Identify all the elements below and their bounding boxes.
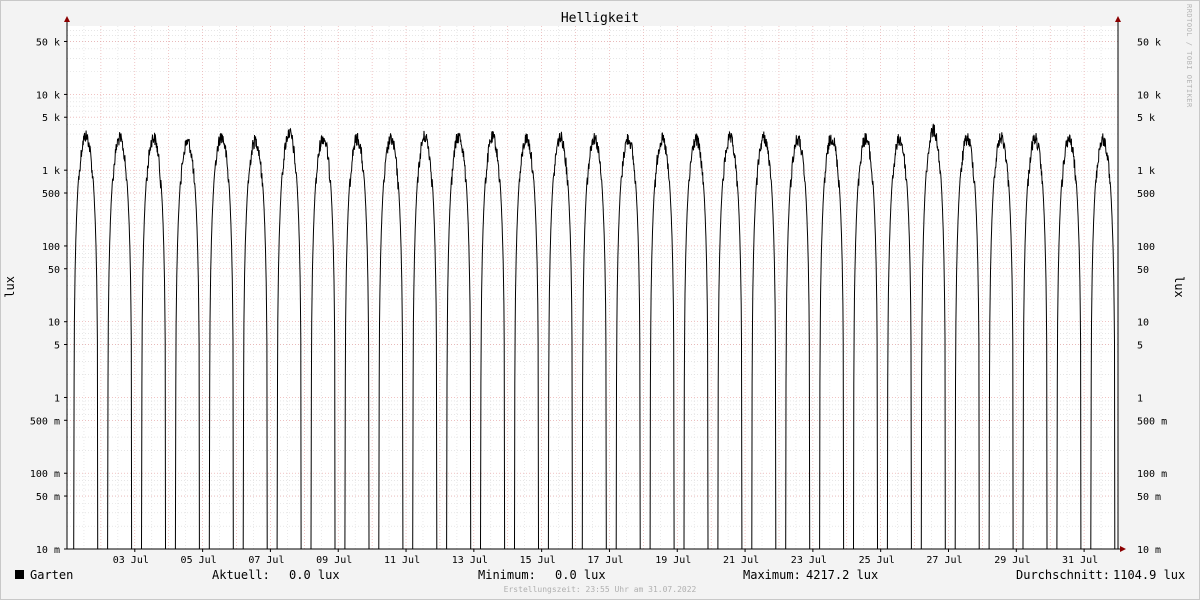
y-tick-label-left: 1 (54, 393, 60, 404)
y-tick-label-left: 10 k (36, 90, 60, 101)
y-tick-label-left: 100 (42, 242, 60, 253)
x-axis-arrow (1120, 546, 1126, 552)
x-tick-label: 27 Jul (926, 555, 962, 566)
x-tick-label: 21 Jul (723, 555, 759, 566)
y-axis-arrow-right (1115, 16, 1121, 22)
y-tick-label-right: 5 (1137, 341, 1143, 352)
y-tick-label-left: 50 m (36, 492, 60, 503)
y-tick-label-left: 500 (42, 189, 60, 200)
footer-timestamp: Erstellungszeit: 23:55 Uhr am 31.07.2022 (503, 585, 697, 594)
y-tick-label-left: 50 k (36, 37, 60, 48)
y-tick-label-left: 5 (54, 341, 60, 352)
y-tick-label-left: 500 m (30, 416, 60, 427)
x-tick-label: 03 Jul (113, 555, 149, 566)
y-tick-label-right: 10 k (1137, 90, 1161, 101)
y-tick-label-right: 500 (1137, 189, 1155, 200)
y-tick-label-right: 10 m (1137, 545, 1161, 556)
y-tick-label-right: 50 k (1137, 37, 1161, 48)
y-tick-label-right: 5 k (1137, 113, 1155, 124)
x-tick-label: 19 Jul (655, 555, 691, 566)
y-tick-label-left: 100 m (30, 469, 60, 480)
x-tick-labels: 03 Jul 05 Jul 07 Jul 09 Jul 11 Jul 13 Jul 15 J… (113, 555, 1098, 566)
stat-current-value: 0.0 lux (289, 568, 340, 582)
y-tick-label-left: 10 m (36, 545, 60, 556)
x-tick-label: 29 Jul (994, 555, 1030, 566)
y-tick-label-right: 100 (1137, 242, 1155, 253)
y-tick-label-right: 1 k (1137, 166, 1155, 177)
y-tick-label-right: 500 m (1137, 416, 1167, 427)
stat-minimum-label: Minimum: (478, 568, 536, 582)
stat-average-label: Durchschnitt: (1016, 568, 1110, 582)
x-tick-label: 09 Jul (316, 555, 352, 566)
y-tick-label-right: 1 (1137, 393, 1143, 404)
y-tick-label-right: 100 m (1137, 469, 1167, 480)
x-tick-label: 17 Jul (587, 555, 623, 566)
y-tick-label-left: 5 k (42, 113, 60, 124)
x-tick-label: 15 Jul (520, 555, 556, 566)
y-tick-label-left: 10 (48, 318, 60, 329)
y-tick-label-right: 50 m (1137, 492, 1161, 503)
stat-minimum-value: 0.0 lux (555, 568, 606, 582)
x-tick-label: 13 Jul (452, 555, 488, 566)
x-tick-label: 11 Jul (384, 555, 420, 566)
x-tick-label: 25 Jul (859, 555, 895, 566)
x-tick-label: 23 Jul (791, 555, 827, 566)
y-tick-label-right: 50 (1137, 265, 1149, 276)
y-axis-arrow-left (64, 16, 70, 22)
grid (67, 26, 1118, 550)
stat-average-value: 1104.9 lux (1113, 568, 1186, 582)
stat-maximum-label: Maximum: (743, 568, 801, 582)
y-tick-label-right: 10 (1137, 318, 1149, 329)
stat-maximum-value: 4217.2 lux (806, 568, 879, 582)
legend-label-garten: Garten (30, 568, 74, 582)
brightness-chart: 50 k 50 k10 k 10 k5 k5 k1 k1 k500 500100 100… (30, 16, 1167, 566)
x-tick-label: 07 Jul (248, 555, 284, 566)
x-tick-label: 31 Jul (1062, 555, 1098, 566)
stat-current-label: Aktuell: (212, 568, 270, 582)
x-tick-label: 05 Jul (181, 555, 217, 566)
y-tick-label-left: 1 k (42, 166, 60, 177)
y-tick-label-left: 50 (48, 265, 60, 276)
legend-swatch-garten (15, 570, 24, 579)
